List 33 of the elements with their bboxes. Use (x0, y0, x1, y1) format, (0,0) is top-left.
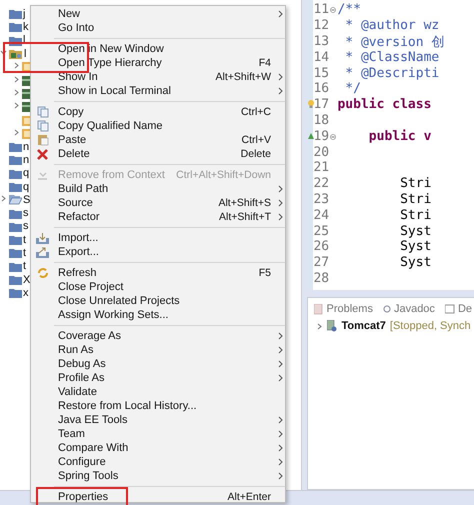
line-number: 21 (313, 160, 330, 176)
line-number: 28 (313, 270, 330, 286)
line-number: 13 (313, 34, 330, 49)
line-number: 16 (313, 81, 330, 96)
line-number: 14 (313, 50, 330, 65)
code-line: * @author wz (344, 18, 440, 34)
code-line: Syst (399, 239, 432, 254)
line-number: 24 (313, 208, 330, 223)
line-number: 12 (313, 18, 330, 34)
code-line: Stri (399, 192, 432, 207)
line-number: 19 (313, 128, 338, 144)
line-number: 17 (313, 97, 338, 112)
code-line: /** (337, 2, 361, 18)
code-line: Stri (399, 208, 432, 223)
code-line: * @Descripti (344, 66, 440, 81)
code-line: Stri (399, 176, 432, 192)
line-number: 23 (313, 192, 330, 207)
code-line: public v (368, 128, 432, 144)
code-line: */ (344, 81, 361, 96)
line-number: 22 (313, 176, 330, 192)
line-number: 26 (313, 239, 330, 254)
code-line: * @ClassName (344, 50, 440, 65)
line-number: 15 (313, 66, 330, 81)
line-number: 25 (313, 224, 330, 239)
line-number: 18 (313, 112, 330, 128)
line-number: 20 (313, 144, 330, 160)
code-line: * @version 创 (344, 34, 444, 50)
server-status: [Stopped, Synch (390, 320, 471, 332)
code-line: public class (337, 97, 432, 112)
line-number: 11 (313, 2, 338, 18)
line-number: 27 (313, 255, 330, 270)
code-line: Syst (399, 255, 432, 270)
code-line: Syst (399, 224, 432, 239)
